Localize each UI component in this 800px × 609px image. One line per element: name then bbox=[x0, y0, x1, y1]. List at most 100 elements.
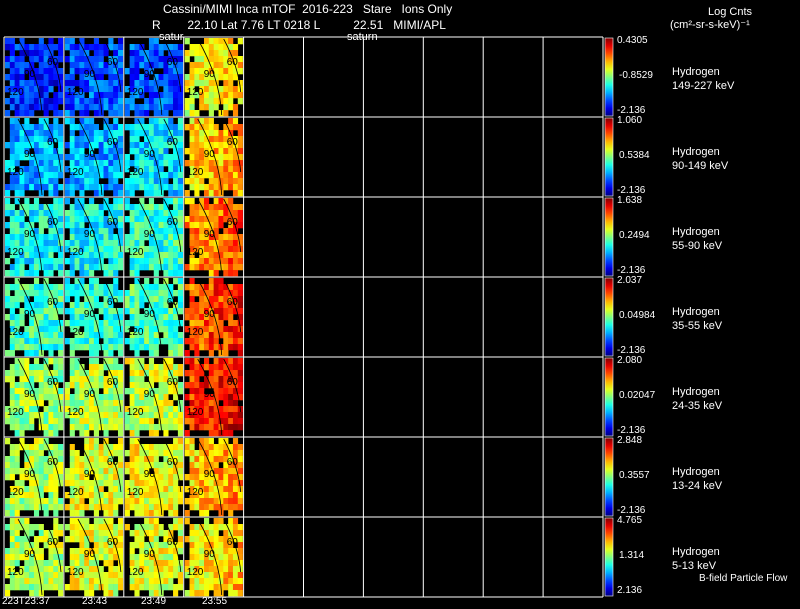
heatmap-cell bbox=[53, 344, 59, 351]
heatmap-cell bbox=[189, 210, 195, 217]
heatmap-cell bbox=[43, 388, 49, 395]
heatmap-cell bbox=[223, 308, 229, 315]
heatmap-cell bbox=[204, 44, 210, 51]
heatmap-cell bbox=[168, 320, 174, 327]
heatmap-cell bbox=[184, 284, 190, 291]
heatmap-cell bbox=[53, 118, 59, 125]
heatmap-cell bbox=[163, 98, 169, 105]
colorbar-max-label: 4.765 bbox=[617, 515, 643, 526]
heatmap-panel: 9060120 bbox=[64, 118, 124, 197]
heatmap-cell bbox=[139, 560, 145, 567]
heatmap-cell bbox=[98, 86, 104, 93]
heatmap-cell bbox=[134, 456, 140, 463]
saturn-label-left: satur bbox=[159, 31, 184, 43]
heatmap-cell bbox=[29, 400, 35, 407]
heatmap-cell bbox=[228, 578, 234, 585]
heatmap-cell bbox=[134, 382, 140, 389]
heatmap-cell bbox=[232, 74, 239, 81]
heatmap-cell bbox=[134, 444, 140, 451]
heatmap-cell bbox=[84, 518, 90, 525]
heatmap-cell bbox=[199, 584, 205, 591]
heatmap-cell bbox=[93, 578, 99, 585]
heatmap-cell bbox=[108, 578, 114, 585]
heatmap-cell bbox=[184, 264, 190, 271]
heatmap-cell bbox=[163, 314, 169, 321]
heatmap-cell bbox=[237, 584, 243, 591]
heatmap-cell bbox=[148, 376, 155, 383]
heatmap-cell bbox=[194, 560, 200, 567]
heatmap-cell bbox=[134, 542, 140, 549]
heatmap-cell bbox=[213, 56, 219, 63]
heatmap-cell bbox=[204, 578, 210, 585]
heatmap-cell bbox=[103, 50, 109, 57]
heatmap-cell bbox=[124, 358, 130, 365]
heatmap-cell bbox=[33, 376, 40, 383]
heatmap-cell bbox=[237, 590, 243, 597]
heatmap-cell bbox=[5, 510, 11, 517]
heatmap-cell bbox=[173, 234, 179, 241]
heatmap-cell bbox=[134, 578, 140, 585]
heatmap-cell bbox=[237, 130, 243, 137]
heatmap-cell bbox=[189, 542, 195, 549]
heatmap-cell bbox=[237, 468, 243, 475]
heatmap-cell bbox=[237, 290, 243, 297]
heatmap-cell bbox=[19, 338, 25, 345]
heatmap-cell bbox=[29, 424, 35, 431]
heatmap-cell bbox=[144, 498, 150, 505]
heatmap-cell bbox=[223, 412, 229, 419]
heatmap-cell bbox=[184, 382, 190, 389]
heatmap-cell bbox=[204, 364, 210, 371]
heatmap-cell bbox=[184, 198, 190, 205]
heatmap-cell bbox=[117, 198, 124, 205]
heatmap-cell bbox=[33, 450, 40, 457]
heatmap-cell bbox=[14, 68, 20, 75]
contour-label: 120 bbox=[187, 327, 204, 338]
heatmap-cell bbox=[189, 296, 195, 303]
heatmap-cell bbox=[223, 332, 229, 339]
heatmap-cell bbox=[194, 44, 200, 51]
heatmap-cell bbox=[237, 264, 243, 271]
heatmap-cell bbox=[33, 358, 40, 365]
heatmap-cell bbox=[163, 148, 169, 155]
heatmap-cell bbox=[108, 468, 114, 475]
heatmap-cell bbox=[189, 136, 195, 143]
heatmap-cell bbox=[113, 252, 119, 259]
heatmap-cell bbox=[213, 344, 219, 351]
heatmap-cell bbox=[113, 370, 119, 377]
heatmap-cell bbox=[213, 444, 219, 451]
heatmap-cell bbox=[108, 308, 114, 315]
heatmap-cell bbox=[189, 498, 195, 505]
heatmap-cell bbox=[79, 338, 85, 345]
heatmap-cell bbox=[117, 130, 124, 137]
heatmap-cell bbox=[218, 178, 224, 185]
heatmap-cell bbox=[218, 548, 224, 555]
heatmap-cell bbox=[79, 50, 85, 57]
heatmap-cell bbox=[48, 498, 54, 505]
heatmap-cell bbox=[218, 450, 224, 457]
heatmap-cell bbox=[29, 376, 35, 383]
heatmap-cell bbox=[194, 210, 200, 217]
heatmap-cell bbox=[158, 462, 164, 469]
heatmap-cell bbox=[53, 504, 59, 511]
heatmap-cell bbox=[113, 530, 119, 537]
heatmap-cell bbox=[74, 264, 80, 271]
heatmap-cell bbox=[89, 270, 95, 277]
heatmap-cell bbox=[24, 444, 30, 451]
heatmap-cell bbox=[69, 450, 75, 457]
heatmap-cell bbox=[218, 204, 224, 211]
heatmap-cell bbox=[173, 74, 179, 81]
heatmap-cell bbox=[113, 400, 119, 407]
contour-label: 120 bbox=[127, 407, 144, 418]
heatmap-cell bbox=[58, 216, 64, 223]
heatmap-cell bbox=[168, 350, 174, 357]
heatmap-cell bbox=[5, 204, 11, 211]
heatmap-cell bbox=[48, 320, 54, 327]
heatmap-cell bbox=[177, 252, 184, 259]
heatmap-cell bbox=[173, 160, 179, 167]
heatmap-cell bbox=[9, 50, 15, 57]
heatmap-cell bbox=[53, 190, 59, 197]
heatmap-cell bbox=[144, 338, 150, 345]
heatmap-cell bbox=[177, 542, 184, 549]
heatmap-cell bbox=[53, 444, 59, 451]
heatmap-cell bbox=[24, 104, 30, 111]
